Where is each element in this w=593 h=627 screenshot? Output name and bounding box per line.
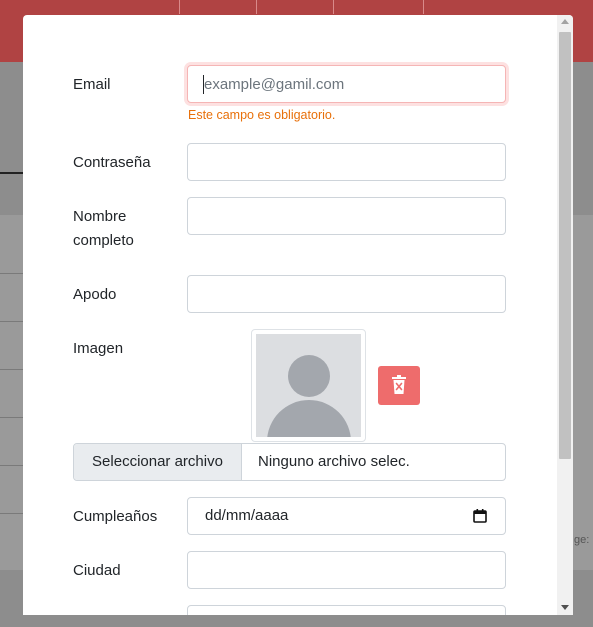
- background-row-line: [0, 465, 24, 466]
- birthday-input[interactable]: dd/mm/aaaa: [187, 497, 506, 535]
- delete-image-button[interactable]: [378, 366, 420, 405]
- nickname-input[interactable]: [187, 275, 506, 313]
- trash-icon: [392, 375, 406, 394]
- calendar-icon[interactable]: [473, 509, 487, 523]
- header-divider: [256, 0, 257, 14]
- fullname-label-line2: completo: [73, 232, 134, 249]
- fullname-label: Nombre completo: [73, 205, 134, 253]
- header-divider: [423, 0, 424, 14]
- text-caret: [203, 75, 204, 94]
- scroll-up-arrow-icon[interactable]: [561, 19, 569, 24]
- email-label: Email: [73, 76, 111, 93]
- file-picker[interactable]: Seleccionar archivo Ninguno archivo sele…: [73, 443, 506, 481]
- fullname-input[interactable]: [187, 197, 506, 235]
- register-modal: Email Este campo es obligatorio. Contras…: [23, 15, 573, 615]
- avatar-body-shape: [267, 400, 351, 437]
- avatar-preview: [251, 329, 366, 442]
- background-row-line: [0, 321, 24, 322]
- modal-scrollbar[interactable]: [557, 15, 573, 615]
- user-placeholder-icon: [256, 334, 361, 437]
- scrollbar-thumb[interactable]: [559, 32, 571, 459]
- scroll-down-arrow-icon[interactable]: [561, 605, 569, 610]
- header-divider: [179, 0, 180, 14]
- background-peek-text: ge:: [574, 534, 590, 546]
- city-label: Ciudad: [73, 562, 121, 579]
- next-field-input[interactable]: [187, 605, 506, 615]
- image-label: Imagen: [73, 340, 124, 357]
- background-row-line: [0, 513, 24, 514]
- birthday-placeholder: dd/mm/aaaa: [205, 507, 289, 524]
- password-input[interactable]: [187, 143, 506, 181]
- fullname-label-line1: Nombre: [73, 208, 127, 225]
- background-rule: [0, 172, 24, 174]
- nickname-label: Apodo: [73, 286, 117, 303]
- city-input[interactable]: [187, 551, 506, 589]
- background-row-line: [0, 273, 24, 274]
- header-divider: [333, 0, 334, 14]
- email-error-message: Este campo es obligatorio.: [188, 108, 336, 122]
- password-label: Contraseña: [73, 154, 151, 171]
- background-row-line: [0, 369, 24, 370]
- background-row-line: [0, 417, 24, 418]
- avatar-head-shape: [288, 355, 330, 397]
- file-status-text: Ninguno archivo selec.: [258, 453, 410, 470]
- select-file-button[interactable]: Seleccionar archivo: [74, 444, 242, 480]
- background-table: [0, 215, 24, 570]
- background-table-edge: [573, 215, 593, 570]
- email-input[interactable]: [187, 65, 506, 103]
- birthday-label: Cumpleaños: [73, 508, 158, 525]
